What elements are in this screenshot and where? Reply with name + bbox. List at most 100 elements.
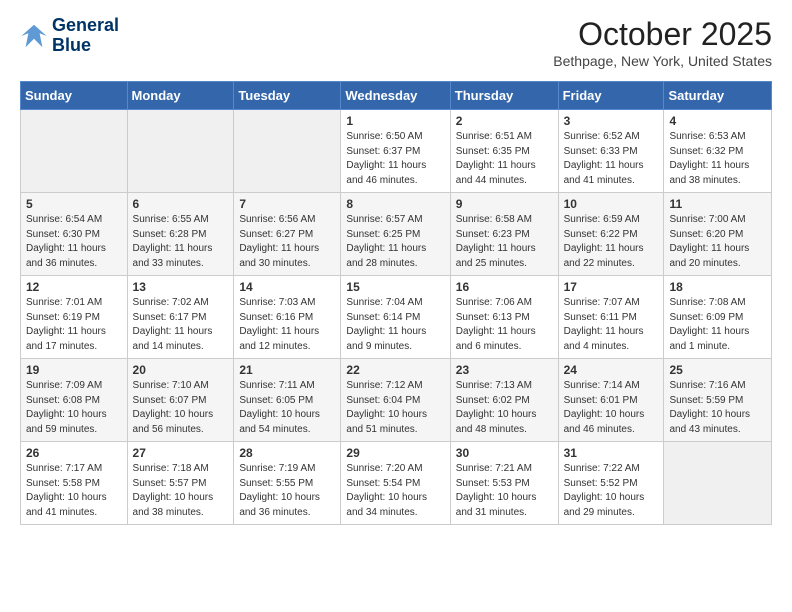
calendar-cell: 29 Sunrise: 7:20 AM Sunset: 5:54 PM Dayli…: [341, 442, 450, 525]
day-info: Sunrise: 7:22 AM Sunset: 5:52 PM Dayligh…: [564, 462, 659, 520]
calendar-cell: 3Sunrise: 6:52 AM Sunset: 6:33 PM Daylig…: [558, 110, 664, 193]
logo-text: General Blue: [52, 16, 119, 56]
day-info: Sunrise: 7:04 AM Sunset: 6:14 PM Dayligh…: [346, 296, 444, 354]
calendar-cell: 28 Sunrise: 7:19 AM Sunset: 5:55 PM Dayli…: [234, 442, 341, 525]
day-number: 29: [346, 446, 444, 460]
calendar-cell: 4 Sunrise: 6:53 AM Sunset: 6:32 PM Daylig…: [664, 110, 772, 193]
calendar-cell: 15 Sunrise: 7:04 AM Sunset: 6:14 PM Dayli…: [341, 276, 450, 359]
calendar-cell: 13 Sunrise: 7:02 AM Sunset: 6:17 PM Dayli…: [127, 276, 234, 359]
calendar-cell: 7Sunrise: 6:56 AM Sunset: 6:27 PM Daylig…: [234, 193, 341, 276]
day-info: Sunrise: 7:00 AM Sunset: 6:20 PM Dayligh…: [669, 213, 766, 271]
week-row-1: 1 Sunrise: 6:50 AM Sunset: 6:37 PM Daylig…: [21, 110, 772, 193]
weekday-header-monday: Monday: [127, 82, 234, 110]
day-number: 23: [456, 363, 553, 377]
calendar-cell: 30 Sunrise: 7:21 AM Sunset: 5:53 PM Dayli…: [450, 442, 558, 525]
day-number: 20: [133, 363, 229, 377]
day-info: Sunrise: 6:59 AM Sunset: 6:22 PM Dayligh…: [564, 213, 659, 271]
day-number: 12: [26, 280, 122, 294]
page: General Blue October 2025 Bethpage, New …: [0, 0, 792, 541]
day-number: 18: [669, 280, 766, 294]
day-info: Sunrise: 7:01 AM Sunset: 6:19 PM Dayligh…: [26, 296, 122, 354]
day-info: Sunrise: 7:08 AM Sunset: 6:09 PM Dayligh…: [669, 296, 766, 354]
day-info: Sunrise: 6:58 AM Sunset: 6:23 PM Dayligh…: [456, 213, 553, 271]
weekday-header-tuesday: Tuesday: [234, 82, 341, 110]
day-number: 2: [456, 114, 553, 128]
calendar-cell: [127, 110, 234, 193]
calendar-cell: 18 Sunrise: 7:08 AM Sunset: 6:09 PM Dayli…: [664, 276, 772, 359]
day-number: 1: [346, 114, 444, 128]
title-block: October 2025 Bethpage, New York, United …: [553, 16, 772, 69]
week-row-3: 12 Sunrise: 7:01 AM Sunset: 6:19 PM Dayli…: [21, 276, 772, 359]
logo-icon: [20, 22, 48, 50]
calendar: SundayMondayTuesdayWednesdayThursdayFrid…: [20, 81, 772, 525]
weekday-header-row: SundayMondayTuesdayWednesdayThursdayFrid…: [21, 82, 772, 110]
calendar-cell: 19 Sunrise: 7:09 AM Sunset: 6:08 PM Dayli…: [21, 359, 128, 442]
day-number: 27: [133, 446, 229, 460]
week-row-5: 26 Sunrise: 7:17 AM Sunset: 5:58 PM Dayli…: [21, 442, 772, 525]
weekday-header-friday: Friday: [558, 82, 664, 110]
day-number: 16: [456, 280, 553, 294]
day-number: 31: [564, 446, 659, 460]
week-row-2: 5 Sunrise: 6:54 AM Sunset: 6:30 PM Daylig…: [21, 193, 772, 276]
day-number: 14: [239, 280, 335, 294]
day-info: Sunrise: 7:09 AM Sunset: 6:08 PM Dayligh…: [26, 379, 122, 437]
calendar-cell: 21Sunrise: 7:11 AM Sunset: 6:05 PM Dayli…: [234, 359, 341, 442]
day-number: 10: [564, 197, 659, 211]
day-number: 24: [564, 363, 659, 377]
day-number: 8: [346, 197, 444, 211]
month-title: October 2025: [553, 16, 772, 53]
calendar-cell: 26 Sunrise: 7:17 AM Sunset: 5:58 PM Dayli…: [21, 442, 128, 525]
day-number: 21: [239, 363, 335, 377]
calendar-cell: 20 Sunrise: 7:10 AM Sunset: 6:07 PM Dayli…: [127, 359, 234, 442]
calendar-cell: 8 Sunrise: 6:57 AM Sunset: 6:25 PM Daylig…: [341, 193, 450, 276]
day-info: Sunrise: 6:50 AM Sunset: 6:37 PM Dayligh…: [346, 130, 444, 188]
day-number: 6: [133, 197, 229, 211]
day-number: 13: [133, 280, 229, 294]
calendar-cell: [664, 442, 772, 525]
calendar-cell: 9Sunrise: 6:58 AM Sunset: 6:23 PM Daylig…: [450, 193, 558, 276]
calendar-cell: 23 Sunrise: 7:13 AM Sunset: 6:02 PM Dayli…: [450, 359, 558, 442]
day-info: Sunrise: 7:18 AM Sunset: 5:57 PM Dayligh…: [133, 462, 229, 520]
calendar-cell: [21, 110, 128, 193]
logo: General Blue: [20, 16, 119, 56]
day-info: Sunrise: 7:14 AM Sunset: 6:01 PM Dayligh…: [564, 379, 659, 437]
day-info: Sunrise: 7:20 AM Sunset: 5:54 PM Dayligh…: [346, 462, 444, 520]
day-info: Sunrise: 7:03 AM Sunset: 6:16 PM Dayligh…: [239, 296, 335, 354]
day-info: Sunrise: 6:53 AM Sunset: 6:32 PM Dayligh…: [669, 130, 766, 188]
calendar-cell: 12 Sunrise: 7:01 AM Sunset: 6:19 PM Dayli…: [21, 276, 128, 359]
calendar-cell: 5 Sunrise: 6:54 AM Sunset: 6:30 PM Daylig…: [21, 193, 128, 276]
calendar-cell: 27 Sunrise: 7:18 AM Sunset: 5:57 PM Dayli…: [127, 442, 234, 525]
calendar-cell: 6 Sunrise: 6:55 AM Sunset: 6:28 PM Daylig…: [127, 193, 234, 276]
day-number: 19: [26, 363, 122, 377]
day-info: Sunrise: 7:21 AM Sunset: 5:53 PM Dayligh…: [456, 462, 553, 520]
day-number: 4: [669, 114, 766, 128]
day-info: Sunrise: 6:55 AM Sunset: 6:28 PM Dayligh…: [133, 213, 229, 271]
day-info: Sunrise: 6:57 AM Sunset: 6:25 PM Dayligh…: [346, 213, 444, 271]
day-number: 28: [239, 446, 335, 460]
calendar-cell: 11Sunrise: 7:00 AM Sunset: 6:20 PM Dayli…: [664, 193, 772, 276]
day-info: Sunrise: 7:02 AM Sunset: 6:17 PM Dayligh…: [133, 296, 229, 354]
day-info: Sunrise: 7:19 AM Sunset: 5:55 PM Dayligh…: [239, 462, 335, 520]
day-info: Sunrise: 7:07 AM Sunset: 6:11 PM Dayligh…: [564, 296, 659, 354]
calendar-cell: 24 Sunrise: 7:14 AM Sunset: 6:01 PM Dayli…: [558, 359, 664, 442]
calendar-cell: 1 Sunrise: 6:50 AM Sunset: 6:37 PM Daylig…: [341, 110, 450, 193]
day-number: 15: [346, 280, 444, 294]
day-info: Sunrise: 6:54 AM Sunset: 6:30 PM Dayligh…: [26, 213, 122, 271]
day-info: Sunrise: 7:06 AM Sunset: 6:13 PM Dayligh…: [456, 296, 553, 354]
day-info: Sunrise: 6:52 AM Sunset: 6:33 PM Dayligh…: [564, 130, 659, 188]
day-info: Sunrise: 7:17 AM Sunset: 5:58 PM Dayligh…: [26, 462, 122, 520]
day-number: 5: [26, 197, 122, 211]
header: General Blue October 2025 Bethpage, New …: [20, 16, 772, 69]
day-number: 30: [456, 446, 553, 460]
day-info: Sunrise: 6:51 AM Sunset: 6:35 PM Dayligh…: [456, 130, 553, 188]
day-number: 17: [564, 280, 659, 294]
day-info: Sunrise: 7:10 AM Sunset: 6:07 PM Dayligh…: [133, 379, 229, 437]
day-number: 26: [26, 446, 122, 460]
weekday-header-sunday: Sunday: [21, 82, 128, 110]
day-info: Sunrise: 7:16 AM Sunset: 5:59 PM Dayligh…: [669, 379, 766, 437]
day-info: Sunrise: 7:12 AM Sunset: 6:04 PM Dayligh…: [346, 379, 444, 437]
day-info: Sunrise: 7:13 AM Sunset: 6:02 PM Dayligh…: [456, 379, 553, 437]
calendar-cell: 22 Sunrise: 7:12 AM Sunset: 6:04 PM Dayli…: [341, 359, 450, 442]
calendar-cell: 14 Sunrise: 7:03 AM Sunset: 6:16 PM Dayli…: [234, 276, 341, 359]
day-number: 22: [346, 363, 444, 377]
